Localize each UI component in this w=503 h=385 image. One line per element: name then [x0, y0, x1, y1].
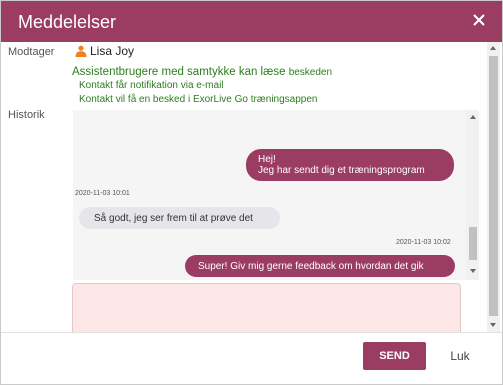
dialog-title: Meddelelser	[18, 12, 117, 32]
notice-email: Kontakt får notifikation via e-mail	[79, 80, 224, 91]
notice-consent-suffix: beskeden	[288, 67, 333, 78]
dialog-content: Modtager Lisa Joy Assistentbrugere med s…	[1, 42, 502, 335]
history-scrollbar-thumb[interactable]	[469, 227, 477, 260]
message-text: Jeg har sendt dig et træningsprogram	[258, 165, 425, 176]
recipient: Lisa Joy	[75, 44, 134, 58]
person-icon	[75, 45, 87, 57]
message-text: Så godt, jeg ser frem til at prøve det	[94, 213, 253, 224]
scroll-down-icon[interactable]	[470, 269, 476, 273]
close-icon[interactable]	[468, 9, 490, 31]
message-bubble-received: Så godt, jeg ser frem til at prøve det	[79, 207, 280, 229]
notice-consent-text: Assistentbrugere med samtykke kan læse	[72, 66, 286, 78]
message-timestamp: 2020-11-03 10:01	[75, 190, 130, 197]
scroll-up-icon[interactable]	[470, 115, 476, 119]
messages-dialog: Meddelelser Modtager Lisa Joy Assistentb…	[0, 0, 503, 385]
dialog-footer: SEND Luk	[1, 332, 502, 384]
recipient-label: Modtager	[8, 46, 55, 58]
send-button[interactable]: SEND	[363, 342, 426, 370]
dialog-scrollbar-thumb[interactable]	[489, 56, 498, 316]
scroll-down-icon[interactable]	[490, 323, 496, 327]
message-bubble-sent: Super! Giv mig gerne feedback om hvordan…	[185, 255, 455, 277]
close-button[interactable]: Luk	[443, 342, 477, 370]
dialog-scrollbar[interactable]	[487, 42, 500, 332]
history-scrollbar[interactable]	[466, 110, 479, 280]
notice-app: Kontakt vil få en besked i ExorLive Go t…	[79, 94, 318, 105]
notice-consent: Assistentbrugere med samtykke kan læse b…	[72, 66, 332, 78]
message-text: Hej!	[258, 154, 276, 165]
dialog-titlebar: Meddelelser	[1, 1, 502, 42]
message-timestamp: 2020-11-03 10:02	[396, 239, 451, 246]
history-label: Historik	[8, 109, 45, 121]
message-bubble-sent: Hej! Jeg har sendt dig et træningsprogra…	[246, 149, 454, 181]
recipient-name: Lisa Joy	[90, 44, 135, 58]
message-history: Hej! Jeg har sendt dig et træningsprogra…	[73, 110, 479, 280]
scroll-up-icon[interactable]	[490, 46, 496, 50]
message-text: Super! Giv mig gerne feedback om hvordan…	[198, 261, 424, 272]
message-input[interactable]	[72, 283, 461, 335]
